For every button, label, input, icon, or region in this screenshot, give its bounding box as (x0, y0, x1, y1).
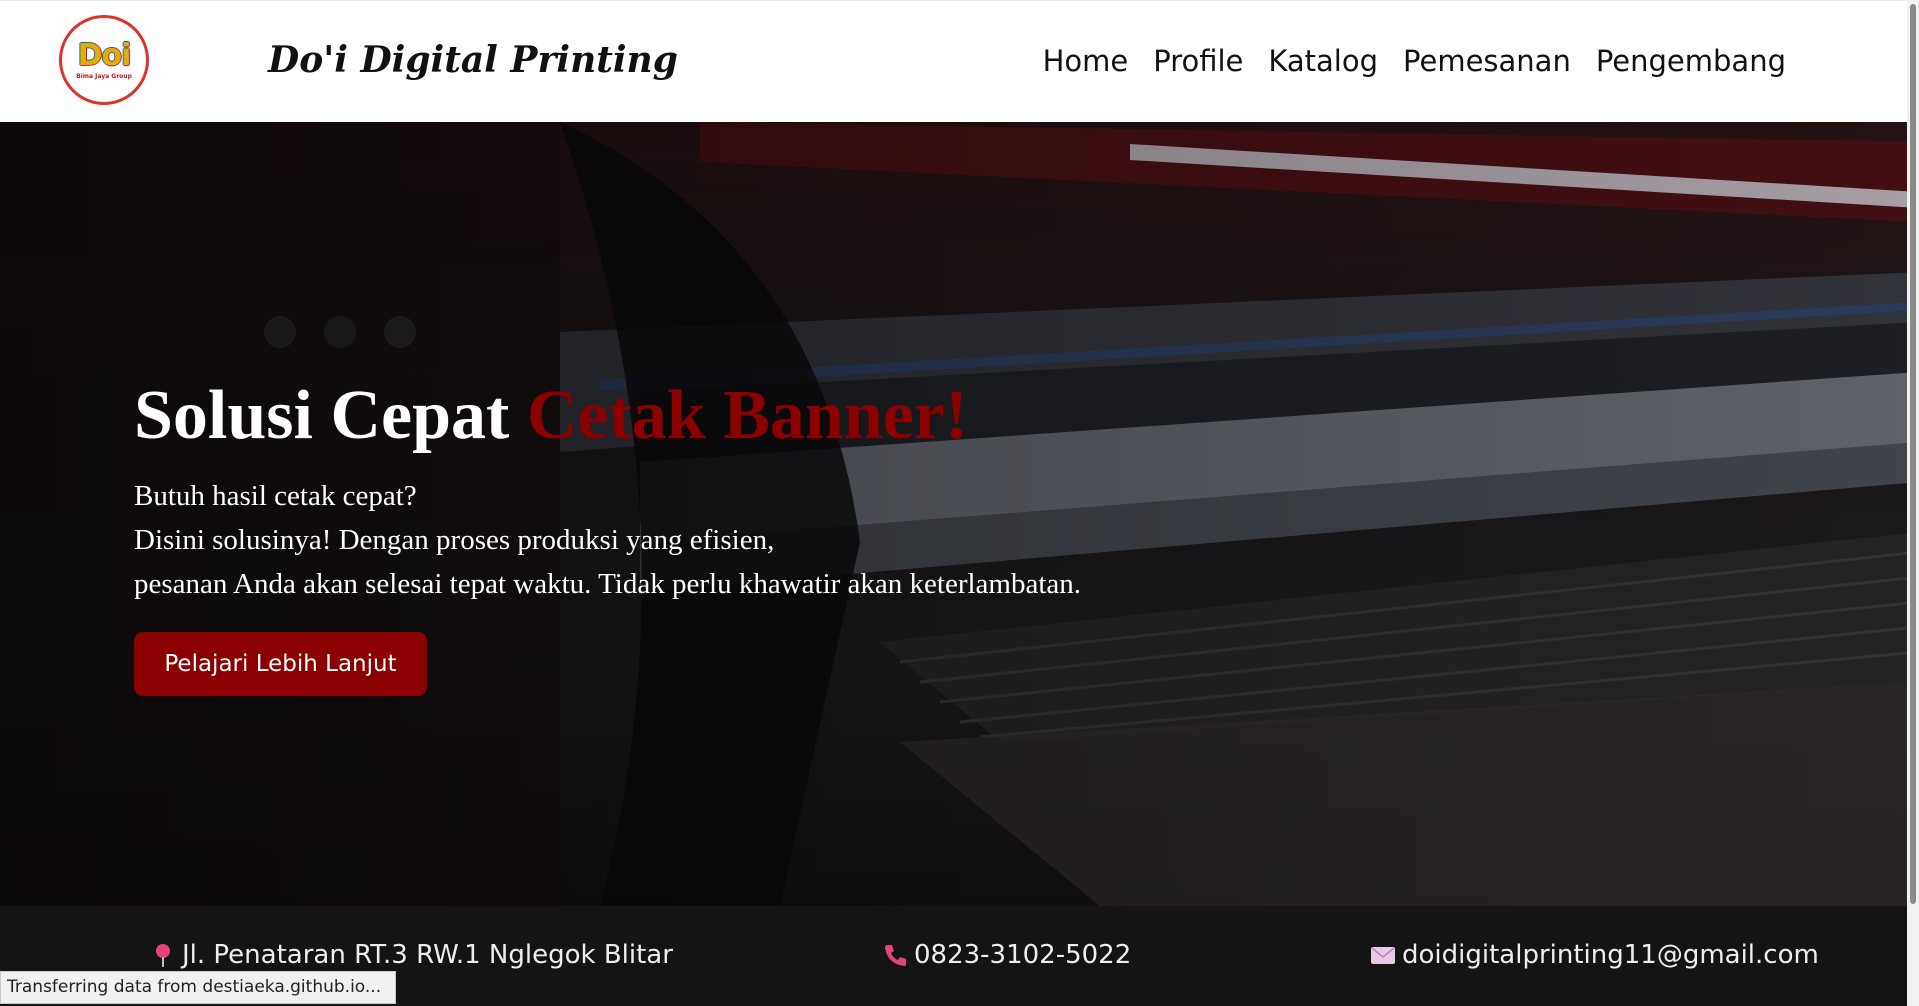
hero-line: pesanan Anda akan selesai tepat waktu. T… (134, 568, 1082, 600)
browser-status-bar: Transferring data from destiaeka.github.… (0, 971, 396, 1004)
phone-text[interactable]: 0823-3102-5022 (914, 940, 1131, 970)
hero-section: Solusi Cepat Cetak Banner! Butuh hasil c… (0, 122, 1919, 906)
footer-address: Jl. Penataran RT.3 RW.1 Nglegok Blitar (150, 940, 673, 970)
hero-line: Butuh hasil cetak cepat? (134, 480, 417, 512)
navbar: Doi Bima Jaya Group Do'i Digital Printin… (0, 0, 1919, 122)
learn-more-button[interactable]: Pelajari Lebih Lanjut (134, 632, 427, 696)
phone-icon (885, 945, 906, 966)
location-pin-icon (156, 944, 170, 967)
main-nav: Home Profile Katalog Pemesanan Pengemban… (1043, 41, 1786, 81)
logo-subtext: Bima Jaya Group (76, 72, 132, 80)
logo-mark: Doi (77, 37, 132, 73)
hero-description: Butuh hasil cetak cepat? Disini solusiny… (134, 474, 1334, 606)
nav-pengembang[interactable]: Pengembang (1596, 41, 1786, 81)
footer-email: doidigitalprinting11@gmail.com (1370, 940, 1819, 970)
nav-pemesanan[interactable]: Pemesanan (1403, 41, 1571, 81)
hero-title-accent: Cetak Banner! (526, 377, 969, 454)
address-text: Jl. Penataran RT.3 RW.1 Nglegok Blitar (182, 940, 673, 970)
envelope-icon (1371, 947, 1395, 964)
email-text[interactable]: doidigitalprinting11@gmail.com (1402, 940, 1819, 970)
hero-title-main: Solusi Cepat (134, 377, 527, 454)
nav-katalog[interactable]: Katalog (1268, 41, 1378, 81)
hero-line: Disini solusinya! Dengan proses produksi… (134, 524, 775, 556)
scrollbar-thumb[interactable] (1910, 4, 1916, 904)
brand-title: Do'i Digital Printing (268, 39, 678, 81)
scrollbar[interactable] (1907, 0, 1919, 1006)
nav-profile[interactable]: Profile (1153, 41, 1243, 81)
logo[interactable]: Doi Bima Jaya Group (59, 15, 149, 105)
hero-title: Solusi Cepat Cetak Banner! (134, 374, 968, 458)
nav-home[interactable]: Home (1043, 41, 1129, 81)
footer-phone: 0823-3102-5022 (882, 940, 1131, 970)
